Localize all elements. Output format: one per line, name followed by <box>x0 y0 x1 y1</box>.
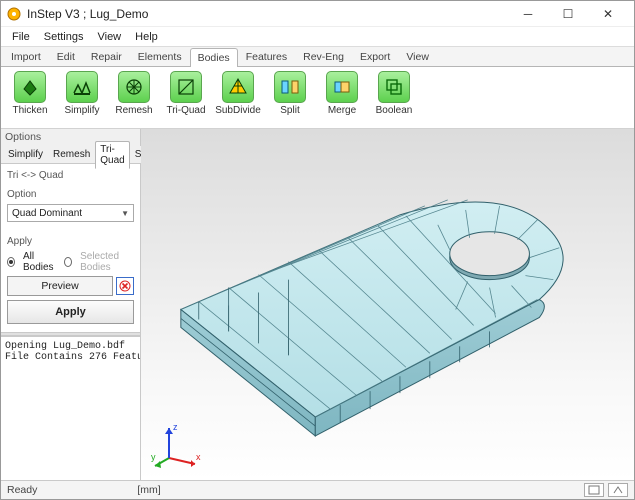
status-icon-1[interactable] <box>584 483 604 497</box>
menu-file[interactable]: File <box>5 31 37 43</box>
ribtab-bodies[interactable]: Bodies <box>190 48 238 67</box>
tool-triquad[interactable]: Tri-Quad <box>163 71 209 116</box>
title-bar: InStep V3 ; Lug_Demo ─ ☐ ✕ <box>1 1 634 27</box>
simplify-icon <box>66 71 98 103</box>
sidebar: Options Simplify Remesh Tri-Quad SubDivi… <box>1 129 141 480</box>
model-render <box>141 129 634 480</box>
boolean-icon <box>378 71 410 103</box>
status-text: Ready <box>7 484 37 496</box>
maximize-button[interactable]: ☐ <box>548 3 588 25</box>
triquad-icon <box>170 71 202 103</box>
chevron-down-icon: ▼ <box>121 209 129 218</box>
tool-split[interactable]: Split <box>267 71 313 116</box>
tool-subdivide[interactable]: SubDivide <box>215 71 261 116</box>
options-panel: Tri <-> Quad Option Quad Dominant ▼ Appl… <box>1 163 140 332</box>
thicken-icon <box>14 71 46 103</box>
split-icon <box>274 71 306 103</box>
svg-text:y: y <box>151 452 156 462</box>
log-panel[interactable]: Opening Lug_Demo.bdf File Contains 276 F… <box>1 336 140 480</box>
preview-button[interactable]: Preview <box>7 276 113 296</box>
option-select[interactable]: Quad Dominant ▼ <box>7 204 134 222</box>
merge-icon <box>326 71 358 103</box>
ribtab-elements[interactable]: Elements <box>130 47 190 66</box>
remesh-icon <box>118 71 150 103</box>
optab-remesh[interactable]: Remesh <box>48 146 95 163</box>
options-header: Tri <-> Quad <box>7 170 134 181</box>
ribbon-tabs: Import Edit Repair Elements Bodies Featu… <box>1 47 634 67</box>
ribtab-features[interactable]: Features <box>238 47 295 66</box>
menu-bar: File Settings View Help <box>1 27 634 47</box>
ribtab-import[interactable]: Import <box>3 47 49 66</box>
axis-triad: x y z <box>151 420 201 470</box>
toolbar: Thicken Simplify Remesh Tri-Quad SubDivi… <box>1 67 634 129</box>
cancel-icon <box>119 280 131 292</box>
tool-remesh[interactable]: Remesh <box>111 71 157 116</box>
close-button[interactable]: ✕ <box>588 3 628 25</box>
status-icon-2[interactable] <box>608 483 628 497</box>
ribtab-reveng[interactable]: Rev-Eng <box>295 47 352 66</box>
subdivide-icon <box>222 71 254 103</box>
ribtab-view[interactable]: View <box>398 47 437 66</box>
apply-label: Apply <box>7 236 134 247</box>
app-window: InStep V3 ; Lug_Demo ─ ☐ ✕ File Settings… <box>0 0 635 500</box>
tool-boolean[interactable]: Boolean <box>371 71 417 116</box>
tool-thicken[interactable]: Thicken <box>7 71 53 116</box>
ribtab-repair[interactable]: Repair <box>83 47 130 66</box>
optab-triquad[interactable]: Tri-Quad <box>95 141 129 169</box>
tool-merge[interactable]: Merge <box>319 71 365 116</box>
window-buttons: ─ ☐ ✕ <box>508 3 628 25</box>
optab-simplify[interactable]: Simplify <box>3 146 48 163</box>
menu-view[interactable]: View <box>90 31 128 43</box>
radio-all-bodies[interactable] <box>7 257 15 267</box>
app-icon <box>7 7 21 21</box>
tool-simplify[interactable]: Simplify <box>59 71 105 116</box>
radio-selected-bodies-label: Selected Bodies <box>80 251 134 273</box>
option-tabs: Simplify Remesh Tri-Quad SubDivi ◄ ► <box>1 145 140 163</box>
menu-help[interactable]: Help <box>128 31 165 43</box>
window-title: InStep V3 ; Lug_Demo <box>27 7 508 21</box>
radio-selected-bodies[interactable] <box>64 257 72 267</box>
status-bar: Ready [mm] <box>1 480 634 499</box>
viewport-3d[interactable]: x y z <box>141 129 634 480</box>
apply-button[interactable]: Apply <box>7 300 134 324</box>
option-select-value: Quad Dominant <box>12 208 82 219</box>
minimize-button[interactable]: ─ <box>508 3 548 25</box>
ribtab-export[interactable]: Export <box>352 47 398 66</box>
cancel-preview-button[interactable] <box>116 277 134 295</box>
svg-text:z: z <box>173 422 178 432</box>
ribtab-edit[interactable]: Edit <box>49 47 83 66</box>
menu-settings[interactable]: Settings <box>37 31 91 43</box>
option-label: Option <box>7 189 134 200</box>
main-area: Options Simplify Remesh Tri-Quad SubDivi… <box>1 129 634 480</box>
radio-all-bodies-label: All Bodies <box>23 251 56 273</box>
status-unit: [mm] <box>137 484 160 496</box>
svg-text:x: x <box>196 452 201 462</box>
apply-scope: All Bodies Selected Bodies <box>7 251 134 273</box>
